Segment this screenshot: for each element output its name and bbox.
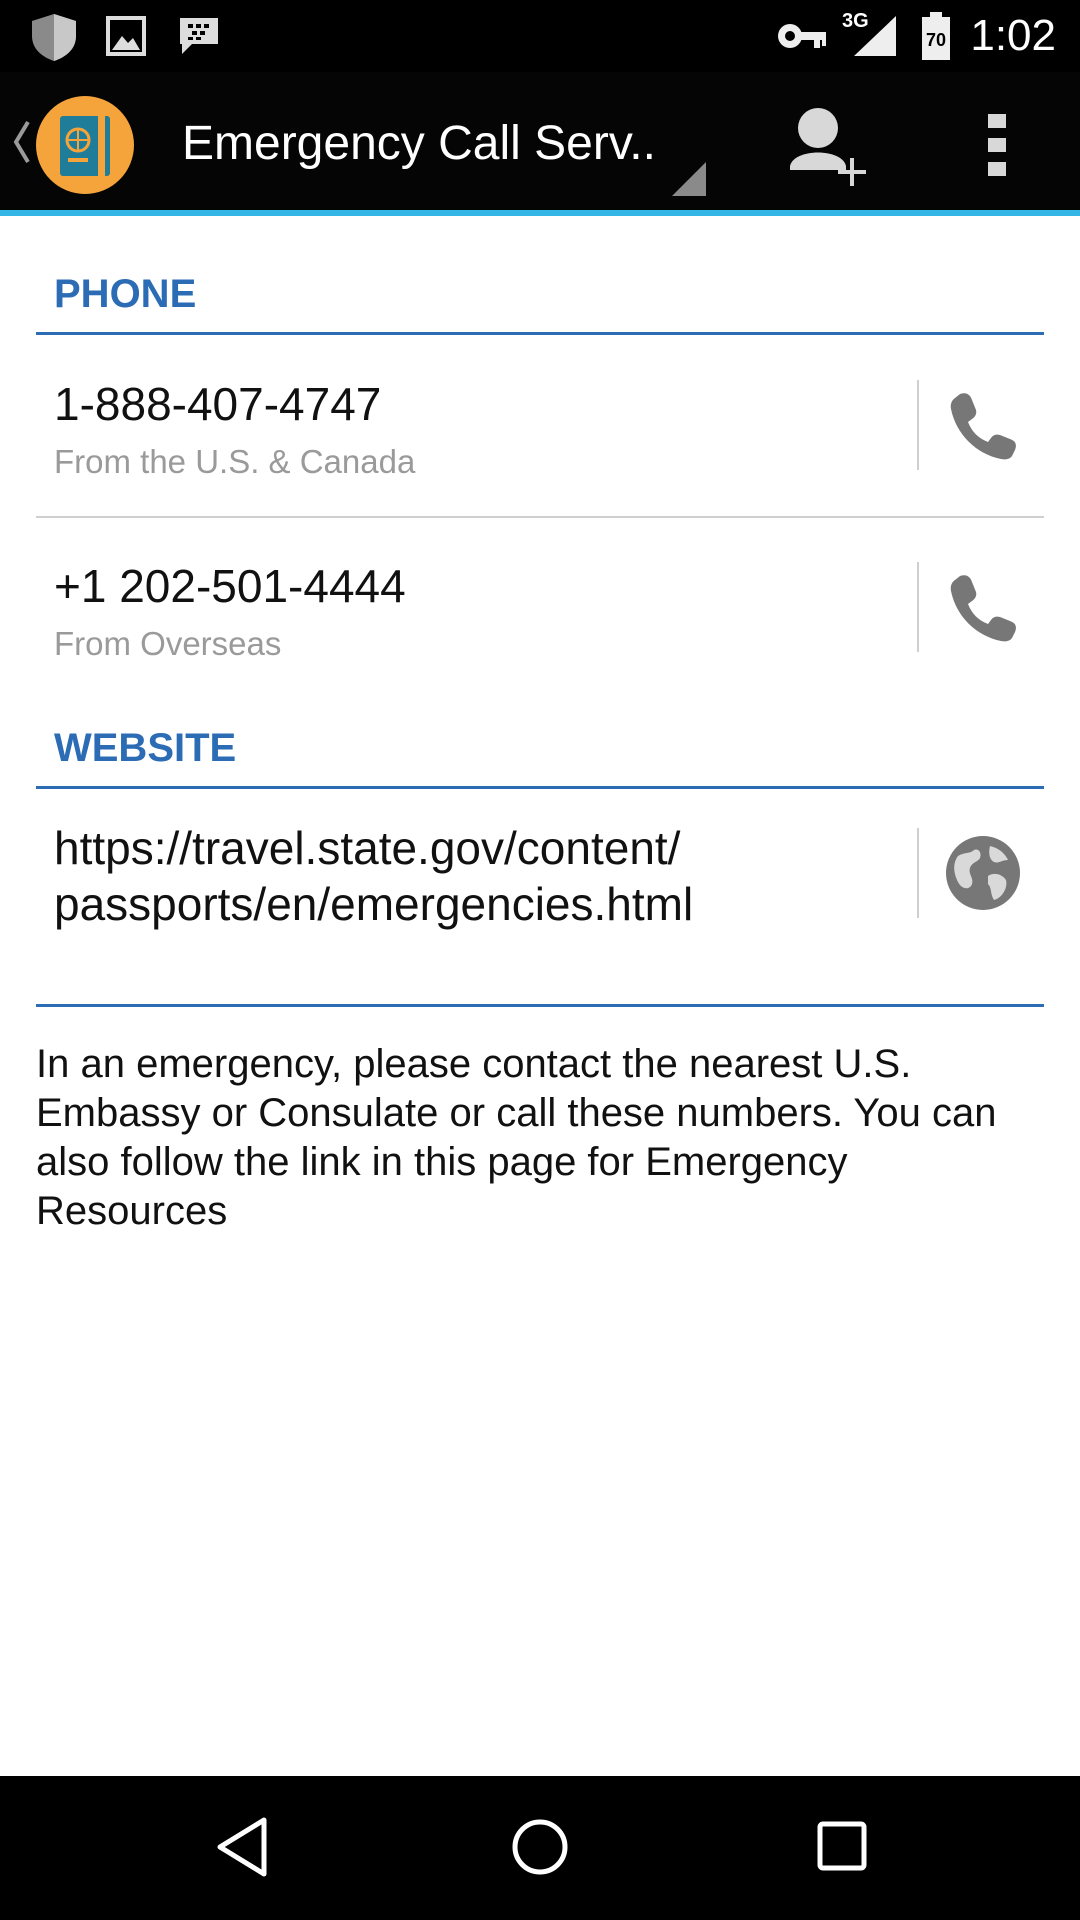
- navigation-bar: [0, 1776, 1080, 1920]
- home-icon[interactable]: [510, 1812, 570, 1882]
- back-chevron-icon[interactable]: [10, 120, 32, 164]
- phone-number[interactable]: +1 202-501-4444: [54, 558, 406, 614]
- row-divider: [917, 562, 919, 652]
- battery-level: 70: [925, 30, 947, 50]
- row-divider: [917, 828, 919, 918]
- phone-label: From the U.S. & Canada: [54, 443, 416, 480]
- website-url-line-2[interactable]: passports/en/emergencies.html: [54, 876, 693, 932]
- emergency-note: In an emergency, please contact the near…: [36, 1042, 997, 1233]
- website-section-heading: WEBSITE: [54, 726, 237, 770]
- action-bar-title[interactable]: Emergency Call Serv..: [182, 116, 656, 172]
- back-icon[interactable]: [212, 1812, 272, 1882]
- recents-icon[interactable]: [812, 1812, 872, 1882]
- key-icon: [778, 24, 826, 48]
- row-divider: [917, 380, 919, 470]
- image-icon: [106, 16, 146, 56]
- shield-icon: [32, 14, 76, 61]
- phone-section-heading: PHONE: [54, 272, 197, 316]
- row-divider-horizontal: [36, 516, 1044, 518]
- phone-section-rule: [36, 332, 1044, 335]
- action-bar-underline: [0, 210, 1080, 216]
- phone-number[interactable]: 1-888-407-4747: [54, 376, 381, 432]
- signal-icon: [854, 16, 896, 56]
- section-end-rule: [36, 1004, 1044, 1007]
- globe-icon[interactable]: [944, 834, 1022, 912]
- website-url-line-1[interactable]: https://travel.state.gov/content/: [54, 820, 680, 876]
- spinner-indicator-icon[interactable]: [670, 160, 708, 198]
- website-section-rule: [36, 786, 1044, 789]
- phone-label: From Overseas: [54, 625, 282, 662]
- call-icon[interactable]: [946, 388, 1020, 462]
- status-time: 1:02: [970, 11, 1056, 60]
- passport-app-icon[interactable]: [36, 96, 134, 194]
- bbm-icon: [180, 18, 218, 54]
- add-contact-icon[interactable]: [784, 102, 874, 192]
- status-bar: 3G 70 1:02: [0, 0, 1080, 72]
- overflow-menu-icon[interactable]: [984, 112, 1010, 178]
- action-bar: Emergency Call Serv..: [0, 72, 1080, 212]
- call-icon[interactable]: [946, 570, 1020, 644]
